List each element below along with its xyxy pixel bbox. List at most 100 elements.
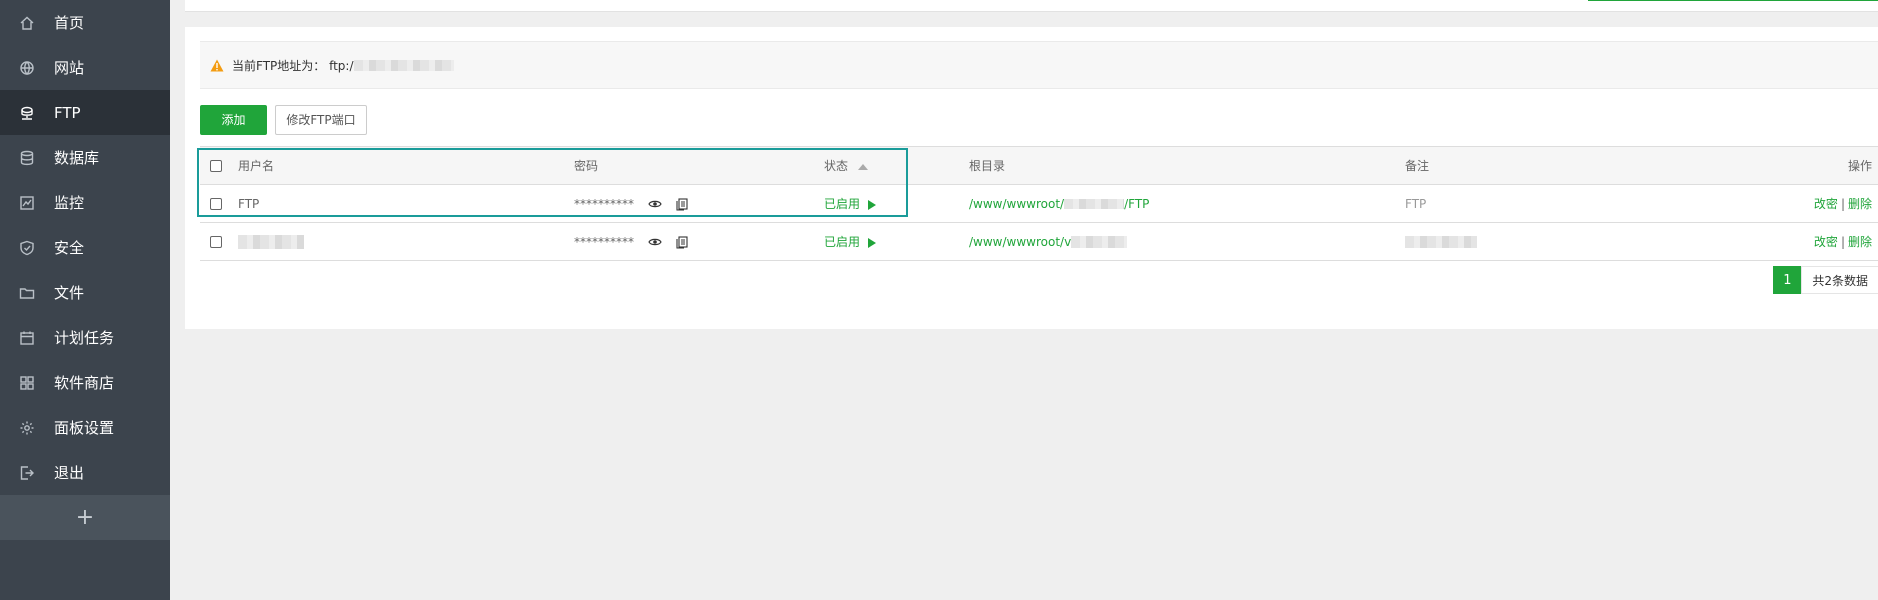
sidebar-item-logout[interactable]: 退出	[0, 450, 170, 495]
ftp-table: 用户名 密码 状态 根目录 备注 操作 FTP ********** 已启用 /…	[200, 146, 1878, 261]
table-header-row: 用户名 密码 状态 根目录 备注 操作	[200, 146, 1878, 185]
cell-password: **********	[574, 222, 824, 261]
sidebar-item-cron[interactable]: 计划任务	[0, 315, 170, 360]
header-remark: 备注	[1405, 146, 1805, 185]
sidebar-item-settings[interactable]: 面板设置	[0, 405, 170, 450]
copy-icon[interactable]	[676, 235, 688, 249]
sidebar-item-store[interactable]: 软件商店	[0, 360, 170, 405]
grid-icon	[18, 374, 36, 392]
status-enabled: 已启用	[824, 197, 861, 211]
copy-icon[interactable]	[676, 197, 688, 211]
play-icon	[868, 199, 877, 210]
select-all-checkbox[interactable]	[210, 160, 222, 172]
home-icon	[18, 14, 36, 32]
header-password: 密码	[574, 146, 824, 185]
sidebar-item-label: 退出	[54, 464, 85, 482]
header-username: 用户名	[238, 146, 574, 185]
monitor-icon	[18, 194, 36, 212]
header-status[interactable]: 状态	[824, 146, 969, 185]
root-path-suffix: /FTP	[1124, 196, 1150, 211]
page-total-count: 共2条数据	[1801, 266, 1878, 294]
delete-link[interactable]: 删除	[1848, 197, 1872, 211]
sidebar-item-files[interactable]: 文件	[0, 270, 170, 315]
cell-status[interactable]: 已启用	[824, 184, 969, 223]
search-button-edge[interactable]	[1838, 0, 1878, 1]
password-mask: **********	[574, 196, 634, 211]
status-enabled: 已启用	[824, 235, 861, 249]
page-number-current[interactable]: 1	[1773, 266, 1802, 294]
sidebar-item-database[interactable]: 数据库	[0, 135, 170, 180]
header-actions: 操作	[1805, 146, 1878, 185]
sidebar-item-label: 数据库	[54, 149, 100, 167]
calendar-icon	[18, 329, 36, 347]
sidebar-item-security[interactable]: 安全	[0, 225, 170, 270]
add-menu-button[interactable]: +	[0, 495, 170, 540]
delete-link[interactable]: 删除	[1848, 235, 1872, 249]
ftp-icon	[18, 104, 36, 122]
header-status-label: 状态	[824, 159, 849, 173]
header-root: 根目录	[969, 146, 1405, 185]
root-path-prefix: /www/wwwroot/	[969, 196, 1065, 211]
action-separator: |	[1840, 235, 1845, 249]
change-password-link[interactable]: 改密	[1814, 235, 1838, 249]
edit-ftp-port-button[interactable]: 修改FTP端口	[275, 105, 367, 135]
pagination: 1 共2条数据	[1773, 266, 1878, 294]
eye-icon[interactable]	[648, 237, 662, 247]
sidebar-item-ftp[interactable]: FTP	[0, 90, 170, 135]
sidebar-item-label: 计划任务	[54, 329, 115, 347]
sidebar-item-label: 网站	[54, 59, 85, 77]
cell-username	[238, 222, 574, 261]
row-checkbox[interactable]	[210, 198, 222, 210]
change-password-link[interactable]: 改密	[1814, 197, 1838, 211]
database-icon	[18, 149, 36, 167]
action-separator: |	[1840, 197, 1845, 211]
cell-username: FTP	[238, 184, 574, 223]
sidebar-item-home[interactable]: 首页	[0, 0, 170, 45]
ftp-address-label: 当前FTP地址为： ftp:/	[232, 58, 354, 73]
cell-password: **********	[574, 184, 824, 223]
play-icon	[868, 237, 877, 248]
sidebar-item-label: 安全	[54, 239, 85, 257]
cell-status[interactable]: 已启用	[824, 222, 969, 261]
remark-redacted	[1405, 236, 1477, 248]
row-checkbox[interactable]	[210, 236, 222, 248]
cell-actions: 改密 | 删除	[1805, 184, 1878, 223]
eye-icon[interactable]	[648, 199, 662, 209]
search-box-edge[interactable]	[1588, 0, 1878, 1]
password-mask: **********	[574, 234, 634, 249]
cell-root[interactable]: /www/wwwroot/v	[969, 222, 1405, 261]
sidebar-item-monitor[interactable]: 监控	[0, 180, 170, 225]
cell-actions: 改密 | 删除	[1805, 222, 1878, 261]
logout-icon	[18, 464, 36, 482]
top-card	[185, 0, 1878, 12]
add-ftp-button[interactable]: 添加FTP	[200, 105, 267, 155]
plus-icon: +	[75, 505, 95, 530]
gear-icon	[18, 419, 36, 437]
cell-remark: FTP	[1405, 184, 1805, 223]
shield-icon	[18, 239, 36, 257]
table-row: FTP ********** 已启用 /www/wwwroot/ /FTP FTP…	[200, 184, 1878, 223]
sidebar-item-label: 监控	[54, 194, 85, 212]
cell-root[interactable]: /www/wwwroot/ /FTP	[969, 184, 1405, 223]
sidebar-item-label: FTP	[54, 103, 81, 122]
sidebar-item-label: 面板设置	[54, 419, 115, 437]
sort-ascending-icon[interactable]	[858, 163, 869, 170]
sidebar-item-label: 软件商店	[54, 374, 115, 392]
sidebar-item-label: 文件	[54, 284, 85, 302]
ftp-address-redacted	[353, 59, 454, 71]
ftp-address-notice: 当前FTP地址为： ftp:/	[200, 41, 1878, 89]
toolbar: 添加FTP 修改FTP端口	[200, 105, 367, 155]
sidebar: 首页 网站 FTP 数据库 监控 安全 文件 计划任务 软件商店 面板设置 退出…	[0, 0, 170, 600]
sidebar-item-website[interactable]: 网站	[0, 45, 170, 90]
folder-icon	[18, 284, 36, 302]
sidebar-menu: 首页 网站 FTP 数据库 监控 安全 文件 计划任务 软件商店 面板设置 退出	[0, 0, 170, 495]
globe-icon	[18, 59, 36, 77]
warning-icon	[210, 59, 224, 71]
username-redacted	[238, 234, 304, 249]
table-row: ********** 已启用 /www/wwwroot/v 改密 | 删除	[200, 222, 1878, 261]
sidebar-item-label: 首页	[54, 14, 85, 32]
cell-remark	[1405, 222, 1805, 261]
root-path-prefix: /www/wwwroot/v	[969, 234, 1072, 249]
root-path-redacted	[1071, 236, 1128, 248]
root-path-redacted	[1064, 199, 1125, 209]
